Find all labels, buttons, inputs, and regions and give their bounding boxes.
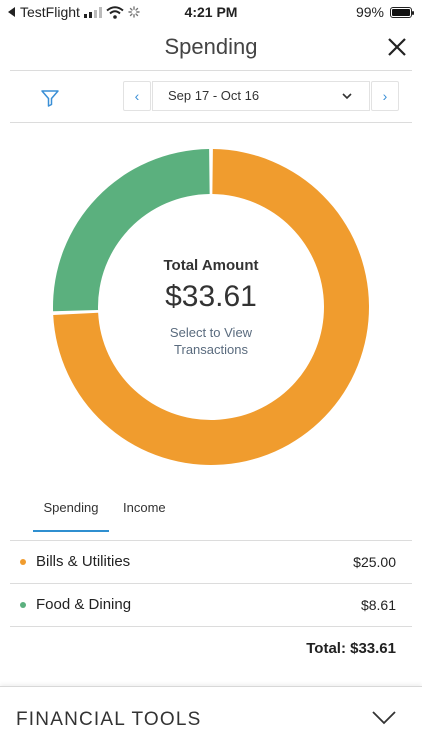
filter-icon[interactable] bbox=[40, 88, 60, 108]
chevron-down-icon bbox=[342, 93, 352, 100]
category-dot bbox=[20, 602, 26, 608]
view-transactions-line1: Select to View bbox=[169, 325, 253, 340]
filter-row: ‹ Sep 17 - Oct 16 › bbox=[0, 80, 422, 114]
category-dot bbox=[20, 559, 26, 565]
date-range-select[interactable]: Sep 17 - Oct 16 bbox=[152, 81, 370, 111]
filter-divider bbox=[10, 122, 412, 123]
donut-center: Total Amount $33.61 Select to View Trans… bbox=[48, 144, 374, 470]
header: Spending bbox=[0, 26, 422, 70]
total-value: Total: $33.61 bbox=[306, 640, 396, 657]
financial-tools-drawer[interactable]: FINANCIAL TOOLS bbox=[0, 686, 422, 751]
spending-donut-chart[interactable]: Total Amount $33.61 Select to View Trans… bbox=[48, 144, 374, 470]
category-amount: $8.61 bbox=[360, 597, 396, 613]
list-item[interactable]: Food & Dining $8.61 bbox=[10, 584, 412, 626]
battery-fill bbox=[392, 8, 410, 16]
tabs: Spending Income bbox=[0, 500, 422, 532]
status-bar: TestFlight 4:21 PM 99% bbox=[0, 0, 422, 24]
view-transactions-line2: Transactions bbox=[174, 342, 248, 357]
date-range-label: Sep 17 - Oct 16 bbox=[168, 88, 260, 103]
category-name: Food & Dining bbox=[36, 596, 132, 613]
battery-icon bbox=[390, 6, 414, 18]
financial-tools-title: FINANCIAL TOOLS bbox=[16, 709, 202, 730]
prev-period-button[interactable]: ‹ bbox=[123, 81, 151, 111]
tab-spending[interactable]: Spending bbox=[33, 500, 109, 532]
battery-percent: 99% bbox=[355, 4, 384, 20]
header-divider bbox=[10, 70, 412, 71]
category-amount: $25.00 bbox=[353, 554, 396, 570]
close-icon[interactable] bbox=[384, 34, 410, 60]
row-divider bbox=[10, 626, 412, 627]
next-period-button[interactable]: › bbox=[371, 81, 399, 111]
view-transactions-link[interactable]: Select to View Transactions bbox=[151, 324, 271, 358]
total-amount-label: Total Amount bbox=[163, 257, 259, 274]
tab-income[interactable]: Income bbox=[123, 500, 166, 530]
total-amount-value: $33.61 bbox=[165, 280, 257, 313]
list-item[interactable]: Bills & Utilities $25.00 bbox=[10, 541, 412, 583]
chevron-down-icon bbox=[372, 711, 396, 725]
page-title: Spending bbox=[164, 34, 258, 59]
category-name: Bills & Utilities bbox=[36, 553, 131, 570]
